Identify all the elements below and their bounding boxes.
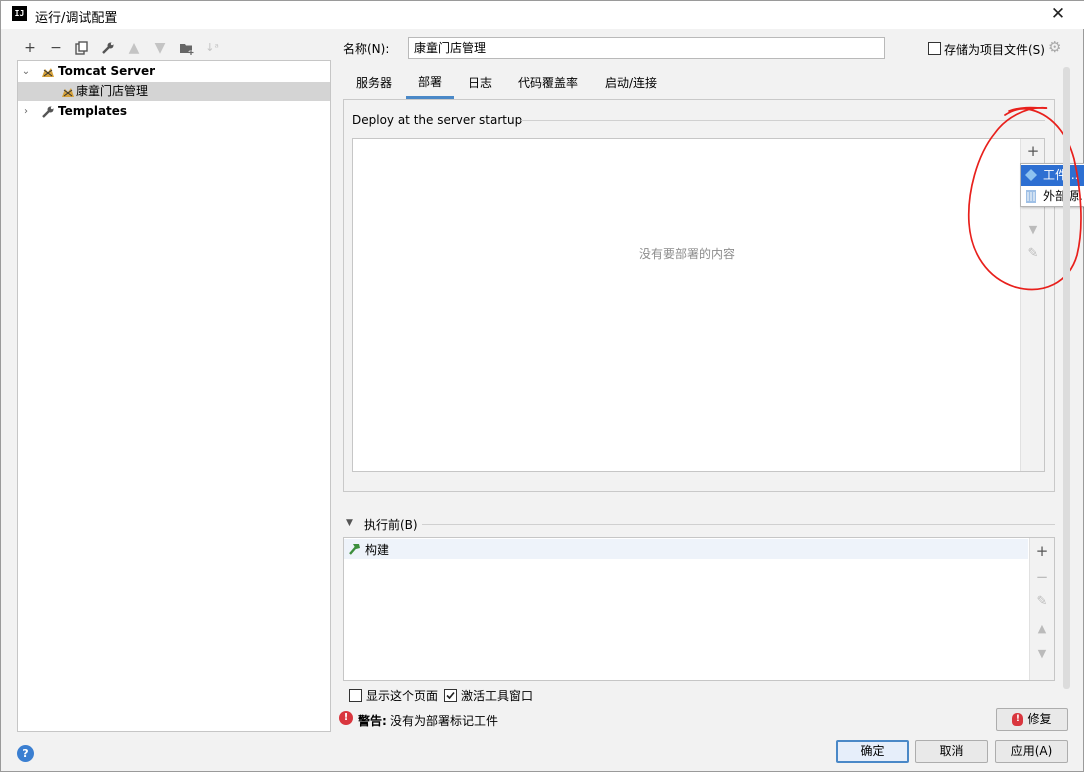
ok-button[interactable]: 确定: [836, 740, 909, 763]
hammer-icon: [349, 544, 360, 555]
pencil-icon[interactable]: ✎: [1030, 591, 1054, 613]
name-label: 名称(N):: [343, 42, 390, 56]
empty-deploy-text: 没有要部署的内容: [638, 247, 735, 261]
tree-item-label: 康童门店管理: [76, 84, 149, 98]
fix-button[interactable]: ! 修复: [996, 708, 1068, 731]
before-launch-list: 构建 + − ✎ ▲ ▼: [343, 537, 1055, 681]
tree-group-label: Tomcat Server: [58, 64, 156, 78]
title-bar: IJ 运行/调试配置 ✕: [1, 1, 1084, 29]
add-task-button[interactable]: +: [1030, 540, 1054, 562]
deploy-section-title: Deploy at the server startup: [352, 113, 529, 127]
tab-server[interactable]: 服务器: [347, 67, 401, 99]
tree-group-templates[interactable]: › Templates: [18, 102, 330, 121]
menu-item-artifact[interactable]: 工件...: [1021, 165, 1084, 186]
collapse-arrow-icon[interactable]: ▼: [346, 518, 353, 528]
before-launch-title: 执行前(B): [364, 518, 418, 532]
list-item-label: 构建: [365, 543, 390, 557]
tomcat-icon: [42, 68, 54, 77]
fix-label: 修复: [1027, 712, 1052, 726]
deploy-list[interactable]: 没有要部署的内容: [352, 138, 1045, 472]
checkmark-icon: [446, 691, 455, 700]
window-title: 运行/调试配置: [35, 11, 118, 26]
copy-icon[interactable]: [73, 39, 91, 57]
menu-item-label: 工件...: [1043, 168, 1079, 182]
show-page-checkbox[interactable]: [349, 689, 362, 702]
tab-code-coverage[interactable]: 代码覆盖率: [508, 67, 588, 99]
tab-logs[interactable]: 日志: [459, 67, 501, 99]
gear-icon[interactable]: ⚙: [1048, 38, 1061, 56]
list-item[interactable]: 构建: [344, 539, 1028, 559]
warning-icon: !: [339, 711, 353, 725]
tab-startup-connection[interactable]: 启动/连接: [595, 67, 667, 99]
tab-deployment[interactable]: 部署: [406, 67, 454, 99]
section-divider: [521, 120, 1045, 121]
folder-add-icon[interactable]: [177, 39, 195, 57]
intellij-app-icon: IJ: [12, 6, 27, 21]
activate-tool-window-checkbox[interactable]: [444, 689, 457, 702]
minus-icon[interactable]: −: [47, 39, 65, 57]
tomcat-icon: [62, 88, 74, 97]
cancel-button[interactable]: 取消: [915, 740, 988, 763]
activate-tool-window-label: 激活工具窗口: [461, 689, 534, 703]
store-as-project-file-label: 存储为项目文件(S): [944, 43, 1045, 57]
vertical-scrollbar[interactable]: [1063, 67, 1070, 689]
warning-text: 没有为部署标记工件: [390, 714, 499, 728]
arrow-down-icon[interactable]: ▼: [151, 39, 169, 57]
apply-button[interactable]: 应用(A): [995, 740, 1068, 763]
run-debug-config-dialog: IJ 运行/调试配置 ✕ + − ▲ ▼ ↓ᵃ ⌄ Tomcat Server …: [0, 0, 1084, 772]
help-icon[interactable]: ?: [17, 745, 34, 762]
artifact-icon: [1025, 169, 1037, 181]
arrow-up-icon[interactable]: ▲: [125, 39, 143, 57]
chevron-down-icon[interactable]: ⌄: [21, 62, 31, 81]
wrench-icon[interactable]: [99, 39, 117, 57]
name-input[interactable]: 康童门店管理: [408, 37, 885, 59]
tree-group-tomcat-server[interactable]: ⌄ Tomcat Server: [18, 62, 330, 81]
plus-icon[interactable]: +: [21, 39, 39, 57]
store-as-project-file-checkbox[interactable]: [928, 42, 941, 55]
warning-prefix: 警告:: [358, 714, 387, 728]
sort-icon[interactable]: ↓ᵃ: [203, 39, 221, 57]
show-page-label: 显示这个页面: [366, 689, 439, 703]
section-divider: [422, 524, 1055, 525]
external-source-icon: [1026, 190, 1036, 203]
arrow-down-icon[interactable]: ▼: [1021, 219, 1045, 241]
remove-task-button[interactable]: −: [1030, 566, 1054, 588]
pencil-icon[interactable]: ✎: [1021, 243, 1045, 265]
tree-group-label: Templates: [58, 104, 128, 118]
add-deploy-button[interactable]: +: [1021, 140, 1045, 162]
chevron-right-icon[interactable]: ›: [21, 102, 31, 121]
wrench-icon: [42, 106, 54, 118]
add-deploy-popup-menu: 工件... 外部源...: [1020, 163, 1084, 207]
arrow-up-icon[interactable]: ▲: [1030, 618, 1054, 640]
before-launch-side-toolbar: + − ✎ ▲ ▼: [1029, 538, 1054, 680]
bulb-icon: !: [1012, 713, 1024, 726]
menu-item-external-source[interactable]: 外部源...: [1021, 186, 1084, 206]
config-tree: ⌄ Tomcat Server 康童门店管理 › Templates: [17, 60, 331, 732]
arrow-down-icon[interactable]: ▼: [1030, 643, 1054, 665]
tree-item-kangtong[interactable]: 康童门店管理: [18, 82, 330, 101]
close-icon[interactable]: ✕: [1047, 3, 1069, 25]
